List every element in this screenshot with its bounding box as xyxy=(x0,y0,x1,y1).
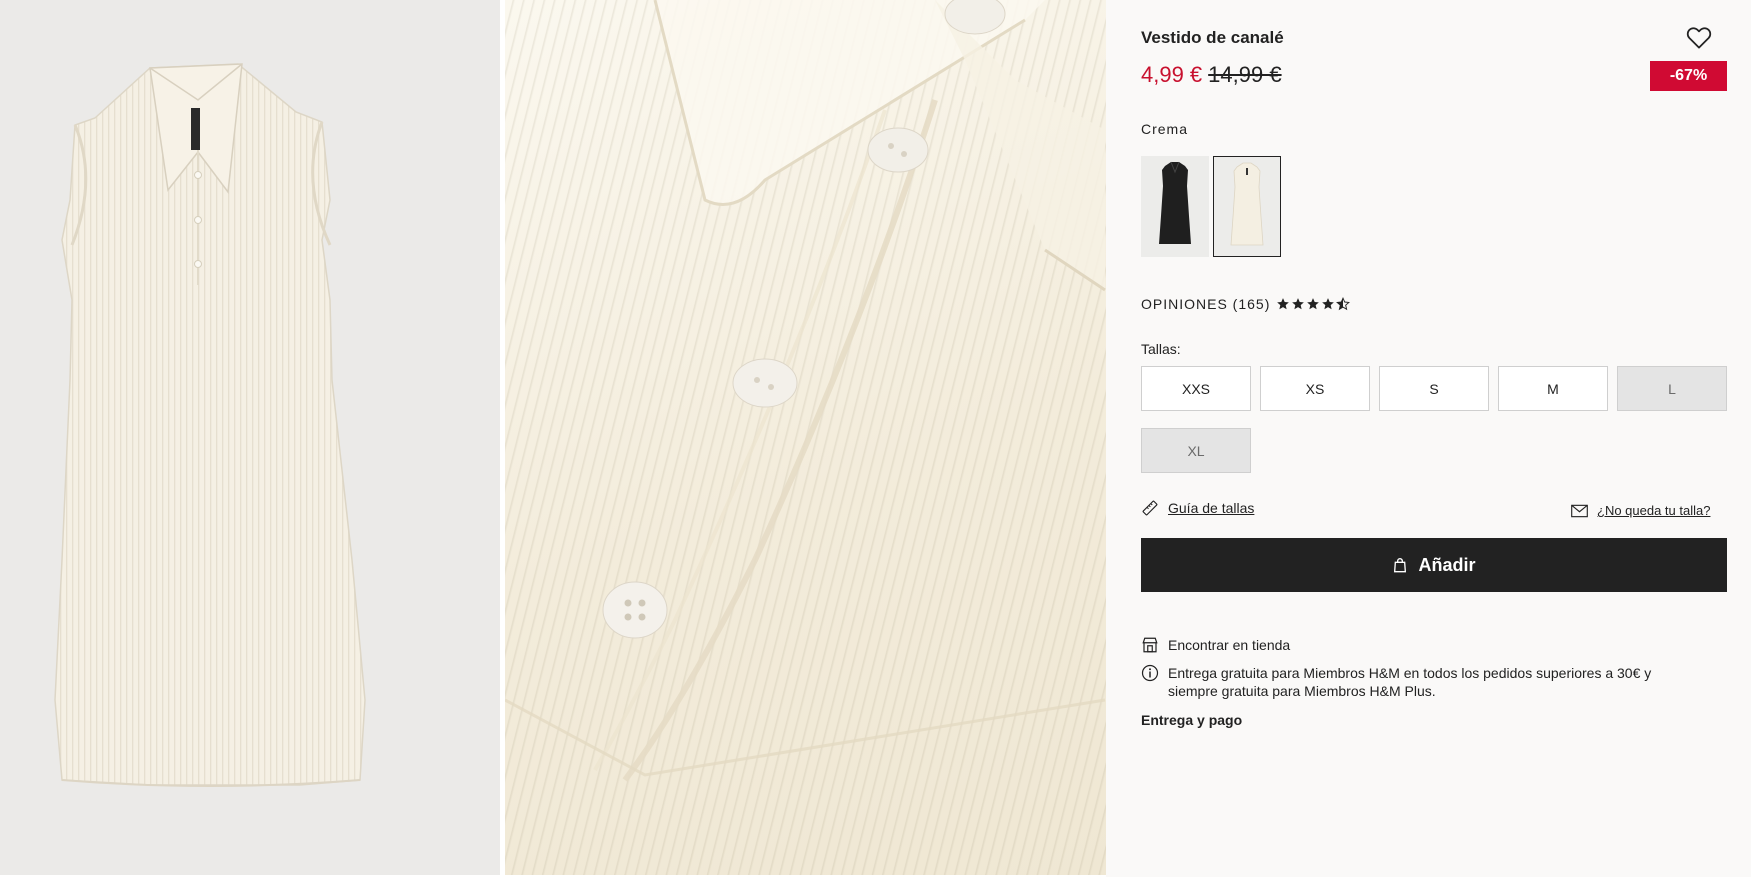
size-option-s[interactable]: S xyxy=(1379,366,1489,411)
star-icon xyxy=(1292,298,1305,310)
product-info-panel: Vestido de canalé 4,99 € 14,99 € -67% Cr… xyxy=(1106,0,1751,877)
price: 4,99 € 14,99 € xyxy=(1141,62,1282,88)
size-option-xs[interactable]: XS xyxy=(1260,366,1370,411)
swatch-black-dress-thumbnail xyxy=(1159,161,1191,244)
delivery-info: Entrega gratuita para Miembros H&M en to… xyxy=(1141,664,1701,700)
swatch-cream-dress-thumbnail xyxy=(1230,162,1264,246)
rating-stars xyxy=(1276,297,1351,311)
delivery-and-payment-link[interactable]: Entrega y pago xyxy=(1141,712,1242,728)
size-unavailable-label: ¿No queda tu talla? xyxy=(1597,503,1711,518)
product-image-main[interactable] xyxy=(0,0,500,875)
info-icon xyxy=(1141,664,1159,682)
selected-color-label: Crema xyxy=(1141,121,1189,137)
size-option-xl[interactable]: XL xyxy=(1141,428,1251,473)
delivery-info-text: Entrega gratuita para Miembros H&M en to… xyxy=(1168,665,1652,699)
star-icon xyxy=(1322,298,1335,310)
reviews-link[interactable]: OPINIONES (165) xyxy=(1141,296,1351,312)
size-guide-label: Guía de tallas xyxy=(1168,500,1255,516)
envelope-icon xyxy=(1571,504,1588,517)
size-option-l[interactable]: L xyxy=(1617,366,1727,411)
price-current: 4,99 € xyxy=(1141,62,1203,87)
discount-badge: -67% xyxy=(1650,61,1727,91)
star-icon xyxy=(1307,298,1320,310)
color-swatch-cream[interactable] xyxy=(1213,156,1281,257)
shopping-bag-icon xyxy=(1394,558,1407,573)
size-unavailable-link[interactable]: ¿No queda tu talla? xyxy=(1571,503,1710,518)
size-option-xxs[interactable]: XXS xyxy=(1141,366,1251,411)
reviews-label: OPINIONES (165) xyxy=(1141,296,1271,312)
product-image-detail[interactable] xyxy=(505,0,1106,875)
add-to-bag-button[interactable]: Añadir xyxy=(1141,538,1727,592)
size-option-m[interactable]: M xyxy=(1498,366,1608,411)
price-original: 14,99 € xyxy=(1208,62,1282,87)
find-in-store-link[interactable]: Encontrar en tienda xyxy=(1141,636,1290,654)
ruler-icon xyxy=(1142,500,1158,516)
product-title: Vestido de canalé xyxy=(1141,28,1284,47)
find-in-store-label: Encontrar en tienda xyxy=(1168,637,1291,653)
sizes-label: Tallas: xyxy=(1141,341,1181,357)
add-to-favorites-button[interactable] xyxy=(1684,22,1714,52)
color-swatch-black[interactable] xyxy=(1141,156,1209,257)
star-icon xyxy=(1277,298,1290,310)
star-half-icon xyxy=(1336,297,1351,311)
heart-icon xyxy=(1686,27,1712,49)
dress-photo xyxy=(54,63,366,787)
size-guide-link[interactable]: Guía de tallas xyxy=(1141,499,1254,517)
fabric-closeup-photo xyxy=(505,0,1106,782)
add-to-bag-label: Añadir xyxy=(1418,554,1476,575)
store-icon xyxy=(1142,637,1158,653)
